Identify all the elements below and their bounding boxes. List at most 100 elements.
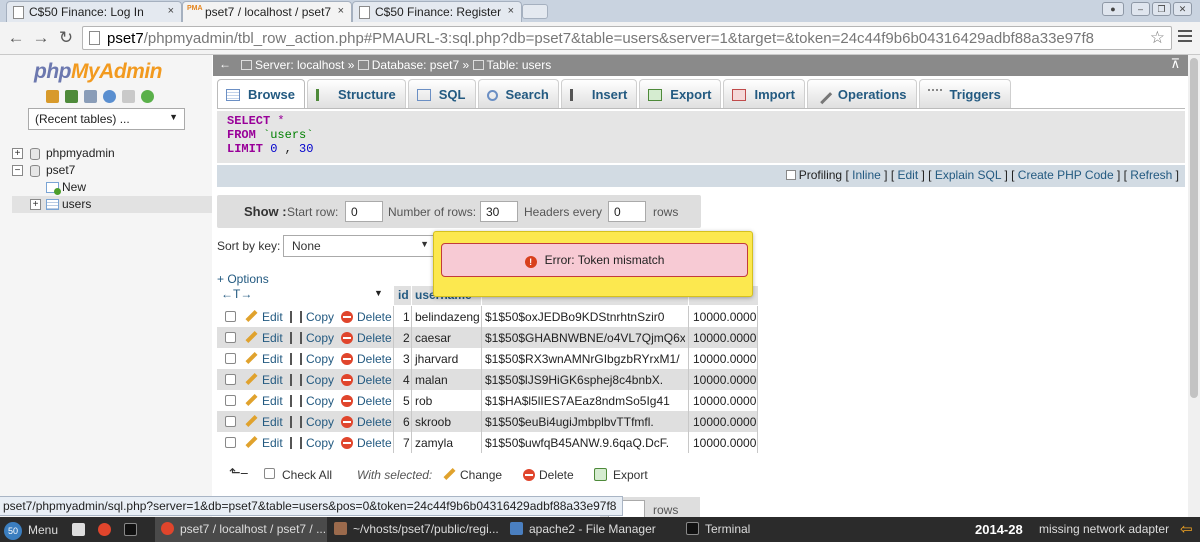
row-delete-link[interactable]: Delete [341,415,392,429]
headers-every-input[interactable]: 0 [608,201,646,222]
cell-id[interactable]: 7 [403,436,410,450]
breadcrumb-database[interactable]: Database: pset7 [372,58,459,72]
tab-insert[interactable]: Insert [560,79,638,109]
tab-structure[interactable]: Structure [306,79,406,109]
close-icon[interactable]: × [338,5,344,17]
cell-hash[interactable]: $1$50$uwfqB45ANW.9.6qaQ.DcF. [485,436,685,450]
profiling-checkbox[interactable] [785,170,796,180]
minimize-icon[interactable]: – [1131,2,1150,16]
taskbar-window-file-manager[interactable]: apache2 - File Manager [510,517,680,542]
notification-arrow-icon[interactable]: ⇦ [1180,520,1193,538]
cell-username[interactable]: belindazeng [415,310,480,324]
tree-item-pset7[interactable]: − pset7 [12,162,212,179]
cell-cash[interactable]: 10000.0000 [693,415,756,429]
taskbar-window-chrome[interactable]: pset7 / localhost / pset7 / ... [155,517,327,542]
start-menu-button[interactable]: 50 Menu [4,517,58,542]
page-scrollbar[interactable] [1188,55,1200,517]
tab-import[interactable]: Import [723,79,805,109]
chrome-launcher[interactable] [98,517,117,542]
row-edit-link[interactable]: Edit [245,330,283,345]
row-checkbox[interactable] [225,416,236,427]
close-icon[interactable]: × [168,5,174,17]
row-edit-link[interactable]: Edit [245,372,283,387]
expand-icon[interactable]: + [30,199,41,210]
cell-hash[interactable]: $1$50$RX3wnAMNrGIbgzbRYrxM1/ [485,352,685,366]
terminal-launcher[interactable] [124,517,143,542]
chevron-down-icon[interactable]: ▼ [374,288,383,298]
row-copy-link[interactable]: Copy [290,331,334,345]
reload-icon[interactable]: ↻ [56,28,76,48]
text-editor-launcher[interactable] [72,517,91,542]
collapse-icon[interactable]: − [12,165,23,176]
back-arrow-icon[interactable]: ← [6,28,26,48]
cell-username[interactable]: rob [415,394,432,408]
docs-icon[interactable] [122,90,135,103]
breadcrumb-server[interactable]: Server: localhost [255,58,344,72]
forward-arrow-icon[interactable]: → [31,28,51,48]
close-window-icon[interactable]: ✕ [1173,2,1192,16]
collapse-panel-icon[interactable]: ← [219,57,231,71]
cell-cash[interactable]: 10000.0000 [693,310,756,324]
tab-operations[interactable]: Operations [806,79,917,109]
close-icon[interactable]: × [508,5,514,17]
expand-icon[interactable]: + [12,148,23,159]
cell-cash[interactable]: 10000.0000 [693,352,756,366]
bookmark-star-icon[interactable]: ☆ [1150,28,1165,48]
row-delete-link[interactable]: Delete [341,394,392,408]
row-copy-link[interactable]: Copy [290,352,334,366]
refresh-link[interactable]: Refresh [1130,168,1172,182]
cell-hash[interactable]: $1$50$oxJEDBo9KDStnrhtnSzir0 [485,310,685,324]
check-all-checkbox[interactable] [264,468,275,479]
options-link[interactable]: + Options [217,272,269,286]
tab-browse[interactable]: Browse [217,79,305,109]
tree-item-new[interactable]: New [12,179,212,196]
scroll-top-icon[interactable]: ⊼ [1170,56,1180,72]
breadcrumb-table[interactable]: Table: users [487,58,552,72]
row-checkbox[interactable] [225,353,236,364]
delete-selected-button[interactable]: Delete [523,468,574,482]
row-delete-link[interactable]: Delete [341,436,392,450]
row-copy-link[interactable]: Copy [290,310,334,324]
address-bar[interactable]: pset7/phpmyadmin/tbl_row_action.php#PMAU… [82,26,1172,50]
edit-query-link[interactable]: Edit [897,168,918,182]
recent-tables-select[interactable]: (Recent tables) ... ▼ [28,108,185,130]
cell-id[interactable]: 3 [403,352,410,366]
row-checkbox[interactable] [225,311,236,322]
error-popup[interactable]: ! Error: Token mismatch [433,231,753,297]
query-window-icon[interactable] [84,90,97,103]
column-arrows-icon[interactable]: ←T→ [221,287,252,301]
create-php-code-link[interactable]: Create PHP Code [1018,168,1114,182]
column-header-id[interactable]: id [398,288,409,302]
home-icon[interactable] [46,90,59,103]
export-selected-button[interactable]: Export [594,468,648,482]
row-edit-link[interactable]: Edit [245,351,283,366]
taskbar-window-editor[interactable]: ~/vhosts/pset7/public/regi... [332,517,504,542]
tab-triggers[interactable]: Triggers [918,79,1011,109]
row-checkbox[interactable] [225,437,236,448]
clock[interactable]: 2014-28 [975,522,1023,537]
cell-id[interactable]: 1 [403,310,410,324]
row-edit-link[interactable]: Edit [245,309,283,324]
profile-icon[interactable]: ● [1102,2,1124,16]
scrollbar-thumb[interactable] [1190,58,1198,398]
cell-username[interactable]: skroob [415,415,451,429]
row-edit-link[interactable]: Edit [245,393,283,408]
explain-sql-link[interactable]: Explain SQL [935,168,1001,182]
inline-edit-link[interactable]: Inline [852,168,881,182]
row-checkbox[interactable] [225,374,236,385]
cell-cash[interactable]: 10000.0000 [693,436,756,450]
row-edit-link[interactable]: Edit [245,435,283,450]
cell-hash[interactable]: $1$50$lJS9HiGK6sphej8c4bnbX. [485,373,685,387]
tree-item-phpmyadmin[interactable]: + phpmyadmin [12,145,212,162]
tab-sql[interactable]: SQL [407,79,476,109]
row-copy-link[interactable]: Copy [290,415,334,429]
tab-export[interactable]: Export [639,79,722,109]
browser-tab-phpmyadmin[interactable]: PMA pset7 / localhost / pset7 × [182,1,352,22]
row-copy-link[interactable]: Copy [290,394,334,408]
logout-icon[interactable] [65,90,78,103]
taskbar-window-terminal[interactable]: Terminal [686,517,836,542]
row-delete-link[interactable]: Delete [341,310,392,324]
cell-username[interactable]: malan [415,373,448,387]
change-selected-button[interactable]: Change [443,467,502,482]
row-copy-link[interactable]: Copy [290,436,334,450]
